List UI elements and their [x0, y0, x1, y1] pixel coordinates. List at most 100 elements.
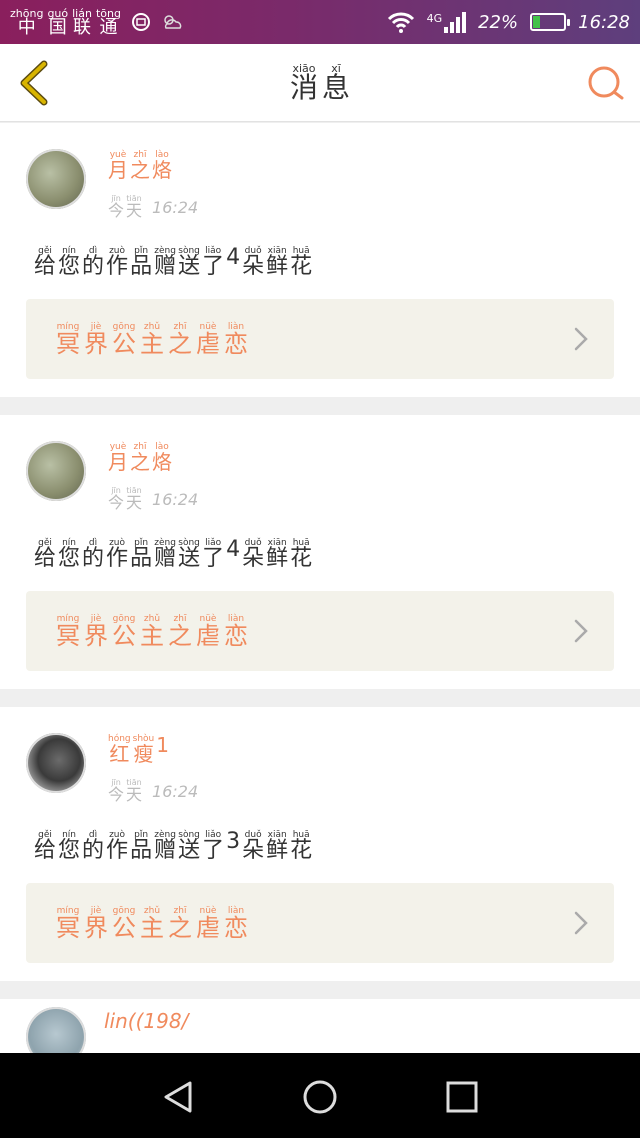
work-title-char: zhī 之: [168, 614, 192, 650]
nav-recents-icon[interactable]: [442, 1077, 482, 1117]
message-char: sòng 送: [178, 539, 200, 570]
hanzi: 之: [168, 329, 192, 358]
message-char: huā 花: [290, 539, 312, 570]
notification-icon: [131, 13, 150, 31]
message-char: zuò 作: [106, 247, 128, 278]
username[interactable]: yuè 月 zhī 之 lào 烙: [108, 443, 172, 473]
work-link[interactable]: míng 冥 jiè 界 gōng 公 zhǔ 主 zhī 之 nüè 虐 liàn 恋: [26, 883, 614, 963]
message-char: dì 的: [82, 539, 104, 570]
hanzi: 朵: [242, 254, 265, 279]
message-item[interactable]: hóng 红 shòu 瘦 1 jīn 今 tiān 天 16:24 gěi 给 nín 您 dì 的 zuò 作…: [0, 707, 640, 981]
message-char: liǎo 了: [202, 831, 224, 862]
hanzi: 送: [178, 838, 201, 863]
username[interactable]: hóng 红 shòu 瘦 1: [108, 735, 169, 766]
hanzi: 主: [140, 913, 164, 942]
username[interactable]: lin((198/: [104, 1009, 188, 1033]
time-label: jīn 今 tiān 天: [108, 195, 142, 219]
time-label: jīn 今 tiān 天: [108, 487, 142, 511]
back-chevron-icon[interactable]: [14, 60, 54, 106]
message-char: huā 花: [290, 831, 312, 862]
nav-back-icon[interactable]: [158, 1077, 198, 1117]
work-link[interactable]: míng 冥 jiè 界 gōng 公 zhǔ 主 zhī 之 nüè 虐 liàn 恋: [26, 591, 614, 671]
message-char: sòng 送: [178, 247, 200, 278]
hanzi: 息: [322, 71, 351, 104]
page-title: xiāo 消 xī 息: [290, 63, 350, 102]
work-link[interactable]: míng 冥 jiè 界 gōng 公 zhǔ 主 zhī 之 nüè 虐 liàn 恋: [26, 299, 614, 379]
hanzi: 了: [202, 546, 225, 571]
weather-icon: [164, 15, 182, 29]
avatar[interactable]: [26, 149, 86, 209]
work-title-char: zhǔ 主: [140, 322, 164, 358]
hanzi: 之: [168, 621, 192, 650]
timestamp: jīn 今 tiān 天 16:24: [108, 779, 198, 803]
message-item[interactable]: yuè 月 zhī 之 lào 烙 jīn 今 tiān 天 16:24 gěi 给 nín 您 dì 的 zuò…: [0, 415, 640, 689]
work-title-char: liàn 恋: [224, 614, 248, 648]
message-list[interactable]: yuè 月 zhī 之 lào 烙 jīn 今 tiān 天 16:24 gěi 给 nín 您 dì 的 zuò…: [0, 123, 640, 1053]
hanzi: 4: [226, 245, 241, 270]
username-char: yuè 月: [108, 151, 128, 181]
system-nav-bar: [0, 1053, 640, 1138]
hanzi: 之: [168, 913, 192, 942]
work-title-char: zhī 之: [168, 322, 192, 358]
hanzi: 虐: [196, 329, 220, 358]
hanzi: 花: [290, 546, 313, 571]
carrier-char: tōng 通: [96, 8, 121, 37]
title-char: xiāo 消: [290, 63, 318, 102]
hanzi: 天: [126, 493, 143, 512]
hanzi: 虐: [196, 913, 220, 942]
avatar[interactable]: [26, 1007, 86, 1053]
search-icon[interactable]: [586, 64, 626, 104]
hanzi: 鲜: [266, 546, 289, 571]
hanzi: 品: [130, 254, 153, 279]
avatar[interactable]: [26, 441, 86, 501]
hanzi: 主: [140, 329, 164, 358]
hanzi: 作: [106, 838, 129, 863]
hanzi: 红: [109, 742, 130, 766]
hanzi: 烙: [152, 158, 172, 182]
work-title-char: nüè 虐: [196, 614, 220, 648]
hanzi: 冥: [56, 329, 80, 358]
message-char: pǐn 品: [130, 831, 152, 862]
hanzi: 的: [82, 254, 105, 279]
chevron-right-icon: [574, 327, 588, 351]
hanzi: 消: [289, 71, 318, 104]
carrier-char: zhōng 中: [10, 8, 43, 37]
chevron-right-icon: [574, 911, 588, 935]
timestamp: jīn 今 tiān 天 16:24: [108, 195, 198, 219]
hanzi: 您: [58, 838, 81, 863]
message-text: gěi 给 nín 您 dì 的 zuò 作 pǐn 品 zèng 赠 sòng 送 liǎo 了 4 duǒ 朵 x…: [34, 247, 312, 278]
hanzi: 了: [202, 838, 225, 863]
hanzi: 朵: [242, 838, 265, 863]
hanzi: 花: [290, 838, 313, 863]
message-char: xiān 鲜: [266, 247, 288, 278]
hanzi: 之: [130, 158, 150, 182]
hanzi: 了: [202, 254, 225, 279]
hanzi: 天: [126, 785, 143, 804]
message-char: 4: [226, 247, 240, 278]
username-char: hóng 红: [108, 735, 131, 766]
time-label-char: tiān 天: [126, 779, 142, 803]
timestamp: jīn 今 tiān 天 16:24: [108, 487, 198, 511]
username[interactable]: yuè 月 zhī 之 lào 烙: [108, 151, 172, 182]
hanzi: 作: [106, 254, 129, 279]
work-title: míng 冥 jiè 界 gōng 公 zhǔ 主 zhī 之 nüè 虐 liàn 恋: [56, 322, 248, 358]
hanzi: 作: [106, 546, 129, 571]
time-value: 16:24: [152, 489, 199, 509]
message-char: dì 的: [82, 247, 104, 278]
nav-home-icon[interactable]: [300, 1077, 340, 1117]
message-item[interactable]: lin((198/: [0, 999, 640, 1053]
hanzi: 送: [178, 546, 201, 571]
message-item[interactable]: yuè 月 zhī 之 lào 烙 jīn 今 tiān 天 16:24 gěi 给 nín 您 dì 的 zuò…: [0, 123, 640, 397]
message-char: 4: [226, 539, 240, 570]
hanzi: 给: [34, 546, 57, 571]
time-label-char: jīn 今: [108, 195, 124, 219]
work-title-char: míng 冥: [56, 322, 80, 358]
message-char: dì 的: [82, 831, 104, 862]
hanzi: 给: [34, 254, 57, 279]
avatar[interactable]: [26, 733, 86, 793]
work-title-char: gōng 公: [112, 614, 136, 648]
username-char: zhī 之: [130, 443, 150, 473]
message-char: nín 您: [58, 247, 80, 278]
wifi-icon: [387, 12, 414, 33]
hanzi: 朵: [242, 546, 265, 571]
